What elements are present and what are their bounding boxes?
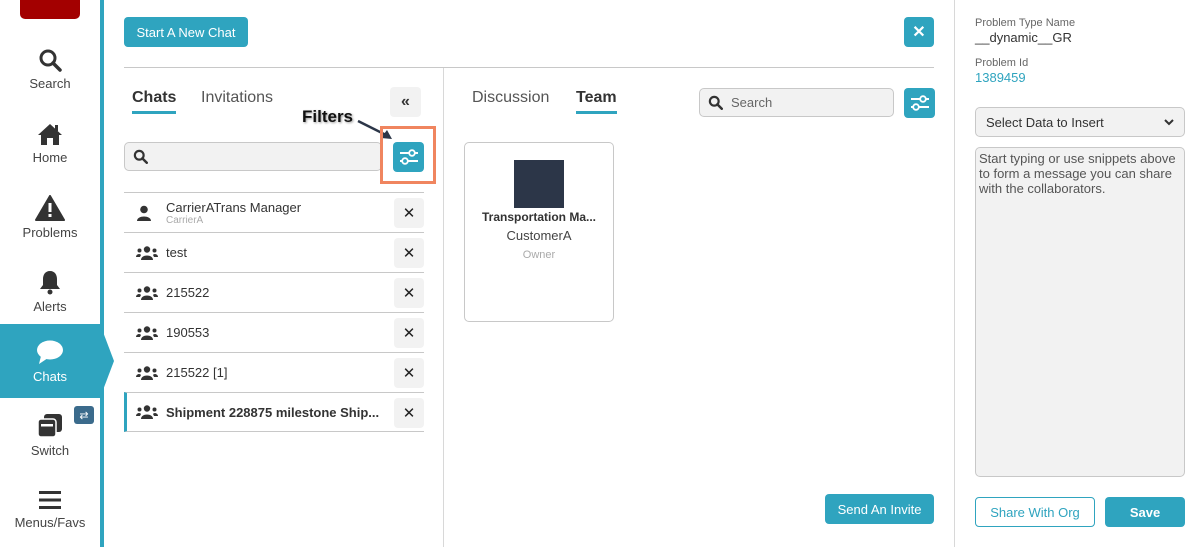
nav-item-problems[interactable]: Problems	[0, 180, 100, 254]
chat-title: 215522 [1]	[166, 365, 228, 380]
select-value: Select Data to Insert	[986, 114, 1104, 130]
chat-list: CarrierATrans Manager CarrierA ✕ test ✕ 2…	[124, 192, 424, 432]
chat-list-item[interactable]: 190553 ✕	[124, 312, 424, 352]
remove-chat-button[interactable]: ✕	[394, 198, 424, 228]
brand-logo[interactable]	[20, 0, 80, 19]
nav-label: Search	[29, 75, 71, 91]
group-icon	[136, 405, 158, 419]
nav-item-switch[interactable]: ⇄ Switch	[0, 398, 100, 472]
nav-label: Alerts	[33, 298, 67, 314]
collapse-panel-button[interactable]: «	[390, 87, 421, 117]
remove-chat-button[interactable]: ✕	[394, 358, 424, 388]
chat-title: Shipment 228875 milestone Ship...	[166, 404, 380, 420]
right-panel-divider	[954, 0, 955, 547]
save-button[interactable]: Save	[1105, 497, 1185, 527]
filters-annotation-label: Filters	[302, 107, 354, 126]
nav-item-home[interactable]: Home	[0, 106, 100, 180]
sliders-icon	[399, 149, 418, 165]
message-textarea[interactable]	[975, 147, 1185, 477]
tab-chats[interactable]: Chats	[132, 89, 177, 114]
tab-discussion[interactable]: Discussion	[472, 89, 549, 111]
nav-item-chats[interactable]: Chats	[0, 324, 114, 398]
share-with-org-button[interactable]: Share With Org	[975, 497, 1095, 527]
nav-item-search[interactable]: Search	[0, 32, 100, 106]
start-new-chat-button[interactable]: Start A New Chat	[124, 17, 248, 47]
tab-invitations[interactable]: Invitations	[201, 89, 273, 111]
chat-title: test	[166, 245, 187, 260]
remove-chat-button[interactable]: ✕	[394, 398, 424, 428]
team-search-box[interactable]	[699, 88, 894, 117]
column-divider	[443, 68, 444, 547]
remove-chat-button[interactable]: ✕	[394, 318, 424, 348]
group-icon	[136, 325, 158, 340]
nav-label: Chats	[33, 368, 67, 384]
bell-icon	[40, 270, 60, 294]
chat-filters-button[interactable]	[393, 142, 424, 172]
hamburger-icon	[39, 490, 61, 509]
chat-list-item[interactable]: CarrierATrans Manager CarrierA ✕	[124, 192, 424, 232]
home-icon	[38, 123, 62, 145]
team-search-input[interactable]	[731, 95, 871, 110]
chat-list-item[interactable]: 215522 [1] ✕	[124, 352, 424, 392]
send-invite-button[interactable]: Send An Invite	[825, 494, 934, 524]
member-org: CustomerA	[506, 228, 572, 243]
chat-search-input[interactable]	[156, 149, 296, 164]
problem-type-value: __dynamic__GR	[975, 30, 1072, 45]
search-icon	[39, 49, 62, 72]
group-icon	[136, 365, 158, 380]
chat-subtitle: CarrierA	[166, 214, 204, 226]
team-member-card[interactable]: Transportation Ma... CustomerA Owner	[464, 142, 614, 322]
search-icon	[133, 149, 148, 164]
team-filters-button[interactable]	[904, 88, 935, 118]
problem-id-label: Problem Id	[975, 57, 1029, 69]
user-icon	[137, 205, 151, 221]
member-role: Owner	[522, 249, 556, 261]
chat-title: 215522	[166, 285, 210, 300]
nav-item-menus-favs[interactable]: Menus/Favs	[0, 472, 100, 546]
warning-icon	[35, 194, 65, 221]
problem-type-label: Problem Type Name	[975, 17, 1076, 29]
nav-item-alerts[interactable]: Alerts	[0, 254, 100, 328]
chat-main-panel: Start A New Chat ✕ Chats Invitations « F…	[104, 0, 954, 547]
insert-data-select[interactable]: Select Data to Insert	[975, 107, 1185, 137]
chat-list-item[interactable]: test ✕	[124, 232, 424, 272]
sliders-icon	[910, 95, 929, 111]
chat-list-item[interactable]: 215522 ✕	[124, 272, 424, 312]
close-icon[interactable]: ✕	[904, 17, 934, 47]
tab-team[interactable]: Team	[576, 89, 617, 114]
left-nav: Search Home Problems Alerts Chats ⇄ Swit…	[0, 0, 114, 547]
nav-label: Switch	[30, 442, 70, 458]
search-icon	[708, 95, 723, 110]
chat-title: CarrierATrans Manager	[166, 199, 302, 215]
chat-search-box[interactable]	[124, 142, 382, 171]
chat-list-item-selected[interactable]: Shipment 228875 milestone Ship... ✕	[124, 392, 424, 432]
chat-title: 190553	[166, 325, 210, 340]
nav-label: Menus/Favs	[14, 514, 86, 530]
nav-label: Problems	[22, 224, 78, 240]
problem-id-link[interactable]: 1389459	[975, 70, 1026, 85]
remove-chat-button[interactable]: ✕	[394, 278, 424, 308]
windows-icon	[37, 413, 62, 438]
group-icon	[136, 245, 158, 260]
nav-label: Home	[32, 149, 68, 165]
group-icon	[136, 285, 158, 300]
member-name: Transportation Ma...	[481, 210, 596, 224]
chat-bubble-icon	[37, 340, 63, 364]
chevron-down-icon	[1164, 119, 1174, 126]
avatar	[514, 160, 564, 208]
remove-chat-button[interactable]: ✕	[394, 238, 424, 268]
app-root: Search Home Problems Alerts Chats ⇄ Swit…	[0, 0, 1200, 547]
header-divider	[124, 67, 934, 68]
switch-badge-icon[interactable]: ⇄	[74, 406, 94, 424]
